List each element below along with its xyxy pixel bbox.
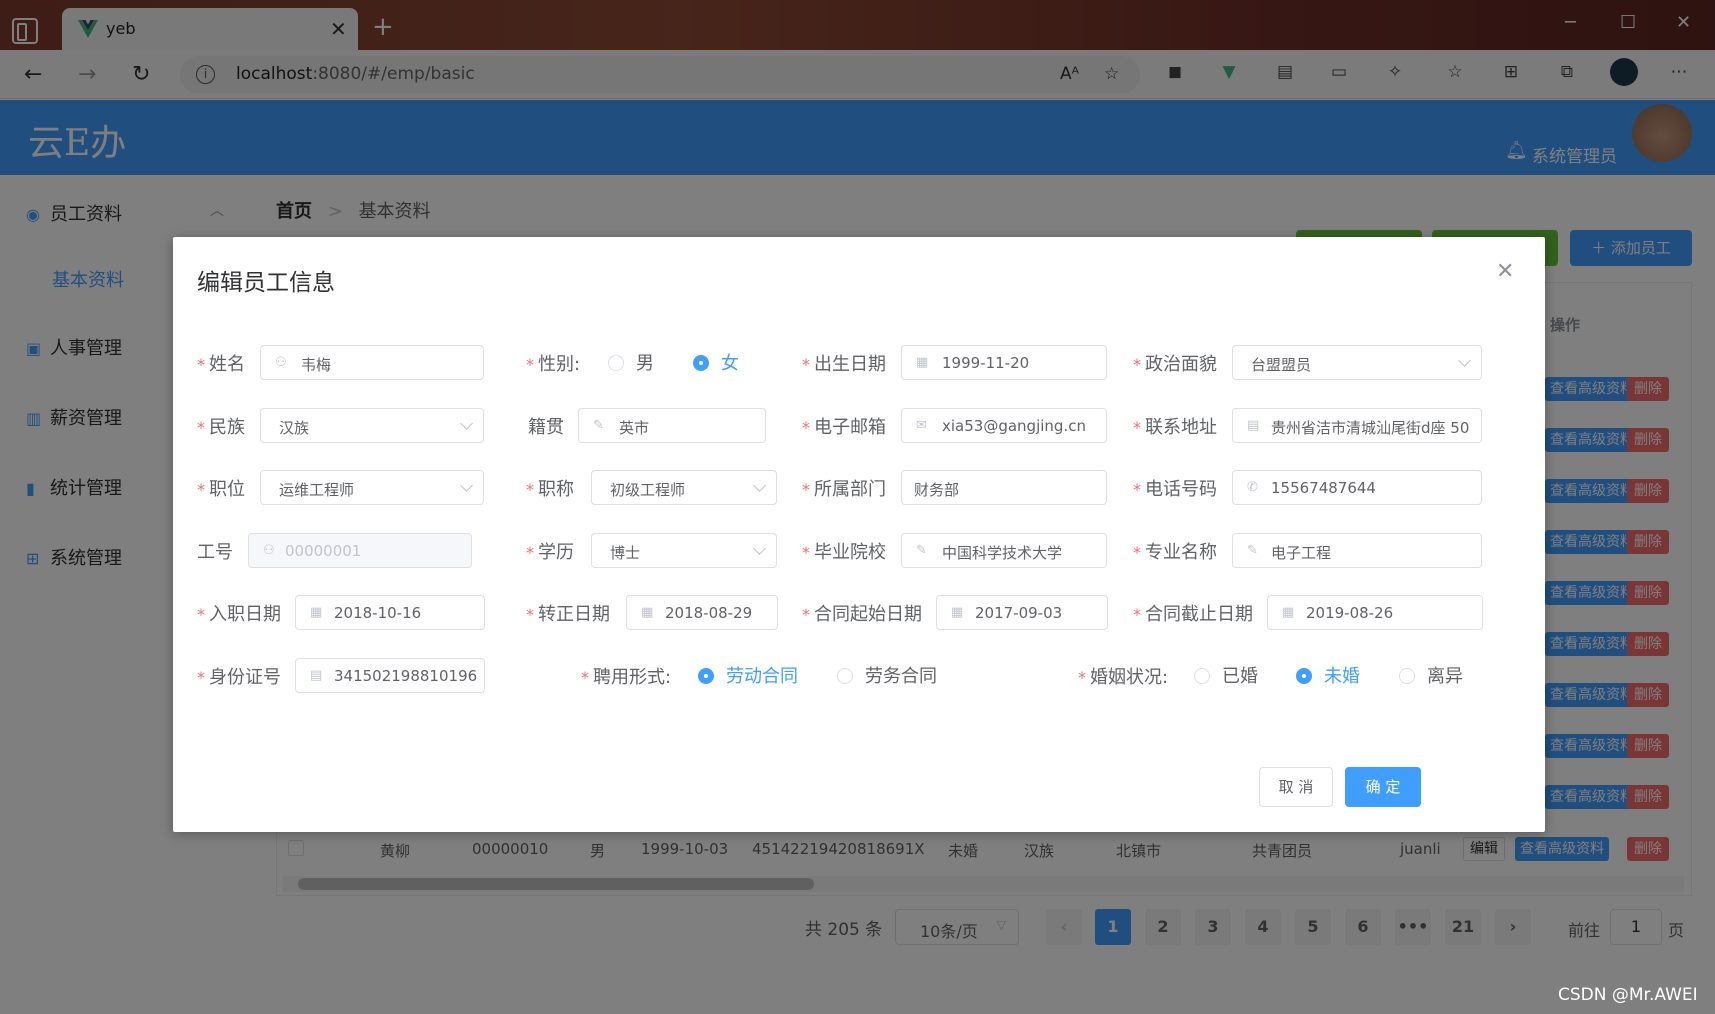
edit-employee-dialog: 编辑员工信息 ✕ * 姓名 ⚇ 韦梅 * 性别: 男 女 * 出生日期 ▦ 1999-11…: [173, 237, 1545, 832]
label-email: * 电子邮箱: [802, 417, 886, 438]
address-card-icon: ▤: [1247, 418, 1260, 433]
label-phone: * 电话号码: [1133, 479, 1217, 500]
calendar-icon: ▦: [951, 605, 964, 620]
label-contract-end: * 合同截止日期: [1133, 604, 1253, 625]
label-idcard: * 身份证号: [197, 667, 281, 688]
label-job-level: * 职位: [197, 479, 245, 500]
chevron-down-icon: [753, 479, 766, 492]
calendar-icon: ▦: [310, 605, 323, 620]
radio-female[interactable]: 女: [693, 349, 739, 375]
contract-end-picker[interactable]: ▦ 2019-08-26: [1267, 595, 1483, 630]
begin-date-picker[interactable]: ▦ 2018-10-16: [295, 595, 485, 630]
user-icon: ⚇: [275, 355, 287, 370]
label-conversion: * 转正日期: [526, 604, 610, 625]
work-id-input: ⚇ 00000001: [248, 533, 472, 568]
radio-male[interactable]: 男: [608, 349, 654, 375]
user-icon: ⚇: [263, 543, 275, 558]
label-department: * 所属部门: [802, 479, 886, 500]
nation-select[interactable]: 汉族: [260, 408, 484, 443]
chevron-down-icon: [460, 417, 473, 430]
label-nation: * 民族: [197, 417, 245, 438]
radio-unmarried[interactable]: 未婚: [1296, 662, 1360, 688]
idcard-input[interactable]: ▤ 341502198810196: [295, 658, 485, 693]
radio-service-contract[interactable]: 劳务合同: [837, 662, 937, 688]
label-name: * 姓名: [197, 354, 245, 375]
label-begin-date: * 入职日期: [197, 604, 281, 625]
edit-icon: ✎: [1247, 543, 1258, 558]
chevron-down-icon: [460, 479, 473, 492]
label-degree: * 学历: [526, 542, 574, 563]
mail-icon: ✉: [916, 418, 927, 433]
politic-select[interactable]: 台盟盟员: [1232, 345, 1482, 380]
phone-icon: ✆: [1247, 480, 1258, 495]
address-input[interactable]: ▤ 贵州省洁市清城汕尾街d座 50: [1232, 408, 1482, 443]
cancel-button[interactable]: 取 消: [1259, 767, 1333, 807]
calendar-icon: ▦: [916, 355, 929, 370]
chevron-down-icon: [1458, 354, 1471, 367]
title-select[interactable]: 初级工程师: [591, 470, 777, 505]
name-input[interactable]: ⚇ 韦梅: [260, 345, 484, 380]
edit-icon: ✎: [593, 418, 604, 433]
radio-married[interactable]: 已婚: [1194, 662, 1258, 688]
phone-input[interactable]: ✆ 15567487644: [1232, 470, 1482, 505]
label-address: * 联系地址: [1133, 417, 1217, 438]
calendar-icon: ▦: [641, 605, 654, 620]
confirm-button[interactable]: 确 定: [1345, 767, 1421, 807]
label-wedlock: * 婚姻状况:: [1078, 667, 1169, 688]
degree-select[interactable]: 博士: [591, 533, 777, 568]
radio-labor-contract[interactable]: 劳动合同: [698, 662, 798, 688]
job-level-select[interactable]: 运维工程师: [260, 470, 484, 505]
id-card-icon: ▤: [310, 668, 323, 683]
conversion-date-picker[interactable]: ▦ 2018-08-29: [626, 595, 778, 630]
label-birthday: * 出生日期: [802, 354, 886, 375]
label-specialty: * 专业名称: [1133, 542, 1217, 563]
dialog-title: 编辑员工信息: [197, 270, 335, 296]
label-engage-form: * 聘用形式:: [581, 667, 672, 688]
birthday-picker[interactable]: ▦ 1999-11-20: [901, 345, 1107, 380]
label-contract-begin: * 合同起始日期: [802, 604, 922, 625]
native-place-input[interactable]: ✎ 英市: [578, 408, 766, 443]
radio-divorced[interactable]: 离异: [1399, 662, 1463, 688]
specialty-input[interactable]: ✎ 电子工程: [1232, 533, 1482, 568]
contract-begin-picker[interactable]: ▦ 2017-09-03: [936, 595, 1108, 630]
department-input[interactable]: 财务部: [901, 470, 1107, 505]
watermark: CSDN @Mr.AWEI: [1558, 985, 1698, 1005]
label-native-place: 籍贯: [528, 417, 564, 438]
email-input[interactable]: ✉ xia53@gangjing.cn: [901, 408, 1107, 443]
label-title: * 职称: [526, 479, 574, 500]
chevron-down-icon: [753, 542, 766, 555]
label-work-id: 工号: [197, 542, 233, 563]
close-icon[interactable]: ✕: [1496, 259, 1514, 284]
calendar-icon: ▦: [1282, 605, 1295, 620]
edit-icon: ✎: [916, 543, 927, 558]
label-gender: * 性别:: [526, 354, 581, 375]
label-school: * 毕业院校: [802, 542, 886, 563]
school-input[interactable]: ✎ 中国科学技术大学: [901, 533, 1107, 568]
label-politic: * 政治面貌: [1133, 354, 1217, 375]
